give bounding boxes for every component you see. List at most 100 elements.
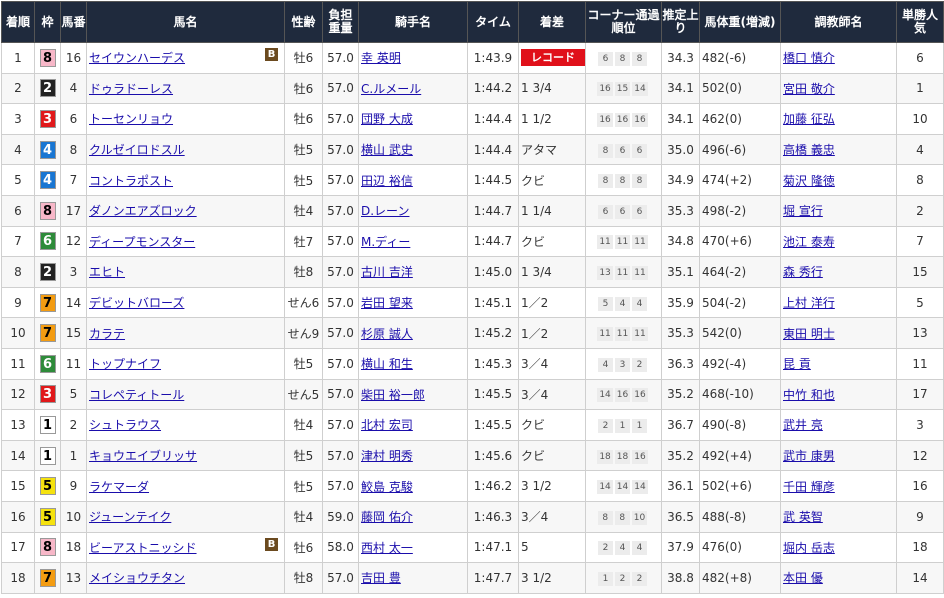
corner-cell: 211 bbox=[585, 409, 662, 441]
col-trainer[interactable]: 調教師名 bbox=[780, 1, 897, 43]
horse-link[interactable]: コントラポスト bbox=[89, 174, 173, 188]
jockey-link[interactable]: 田辺 裕信 bbox=[361, 174, 413, 188]
horse-link[interactable]: エヒト bbox=[89, 265, 125, 279]
jockey-link[interactable]: D.レーン bbox=[361, 204, 409, 218]
number-cell: 17 bbox=[60, 194, 87, 227]
corner-positions: 432 bbox=[598, 356, 649, 372]
corner-positions: 666 bbox=[598, 203, 649, 219]
trainer-link[interactable]: 上村 洋行 bbox=[783, 296, 835, 310]
trainer-link[interactable]: 東田 明士 bbox=[783, 327, 835, 341]
weight-cell: 57.0 bbox=[322, 103, 359, 135]
jockey-link[interactable]: 柴田 裕一郎 bbox=[361, 388, 425, 402]
col-number[interactable]: 馬番 bbox=[60, 1, 87, 43]
trainer-cell: 千田 輝彦 bbox=[780, 470, 897, 502]
horse-link[interactable]: トーセンリョウ bbox=[89, 112, 173, 126]
jockey-link[interactable]: 吉田 豊 bbox=[361, 571, 401, 585]
margin-cell: アタマ bbox=[518, 133, 586, 166]
jockey-link[interactable]: 北村 宏司 bbox=[361, 418, 413, 432]
corner-position: 16 bbox=[632, 112, 648, 127]
jockey-link[interactable]: M.ディー bbox=[361, 235, 410, 249]
frame-badge: 7 bbox=[39, 568, 56, 587]
jockey-link[interactable]: 古川 吉洋 bbox=[361, 265, 413, 279]
trainer-link[interactable]: 加藤 征弘 bbox=[783, 112, 835, 126]
weight-cell: 57.0 bbox=[322, 42, 359, 74]
last3f-cell: 36.5 bbox=[661, 500, 700, 533]
margin-cell: レコード bbox=[518, 42, 586, 74]
jockey-link[interactable]: 杉原 誠人 bbox=[361, 327, 413, 341]
last3f-cell: 35.2 bbox=[661, 378, 700, 411]
jockey-link[interactable]: 幸 英明 bbox=[361, 51, 401, 65]
col-margin[interactable]: 着差 bbox=[518, 1, 586, 43]
trainer-link[interactable]: 森 秀行 bbox=[783, 265, 823, 279]
col-last3f[interactable]: 推定上り bbox=[661, 1, 700, 43]
margin-cell: 5 bbox=[518, 531, 586, 564]
corner-position: 10 bbox=[631, 510, 648, 525]
horse-link[interactable]: コレペティトール bbox=[89, 388, 184, 402]
frame-cell: 8 bbox=[34, 531, 61, 564]
horse-link[interactable]: トップナイフ bbox=[89, 357, 161, 371]
col-body-weight[interactable]: 馬体重(増減) bbox=[699, 1, 781, 43]
col-corner[interactable]: コーナー通過順位 bbox=[585, 1, 662, 43]
last3f-cell: 35.3 bbox=[661, 194, 700, 227]
horse-link[interactable]: メイショウチタン bbox=[89, 571, 185, 585]
horse-link[interactable]: クルゼイロドスル bbox=[89, 143, 185, 157]
col-odds-rank[interactable]: 単勝人気 bbox=[896, 1, 944, 43]
jockey-link[interactable]: 岩田 望来 bbox=[361, 296, 413, 310]
col-frame[interactable]: 枠 bbox=[34, 1, 61, 43]
frame-cell: 7 bbox=[34, 562, 61, 594]
finish-cell: 16 bbox=[1, 500, 35, 533]
trainer-link[interactable]: 本田 優 bbox=[783, 571, 823, 585]
trainer-link[interactable]: 武井 亮 bbox=[783, 418, 823, 432]
col-jockey[interactable]: 騎手名 bbox=[358, 1, 468, 43]
time-cell: 1:45.3 bbox=[467, 347, 519, 380]
margin-cell: 1／2 bbox=[518, 286, 586, 319]
jockey-link[interactable]: C.ルメール bbox=[361, 82, 421, 96]
jockey-link[interactable]: 藤岡 佑介 bbox=[361, 510, 413, 524]
trainer-link[interactable]: 高橋 義忠 bbox=[783, 143, 835, 157]
horse-link[interactable]: ラケマーダ bbox=[89, 480, 149, 494]
col-finish[interactable]: 着順 bbox=[1, 1, 35, 43]
trainer-link[interactable]: 武市 康男 bbox=[783, 449, 835, 463]
corner-position: 8 bbox=[632, 174, 647, 189]
jockey-link[interactable]: 団野 大成 bbox=[361, 112, 413, 126]
horse-link[interactable]: デビットバローズ bbox=[89, 296, 184, 310]
col-sexage[interactable]: 性齢 bbox=[284, 1, 323, 43]
trainer-link[interactable]: 橋口 慎介 bbox=[783, 51, 835, 65]
trainer-cell: 堀 宣行 bbox=[780, 194, 897, 227]
trainer-link[interactable]: 武 英智 bbox=[783, 510, 823, 524]
jockey-link[interactable]: 横山 和生 bbox=[361, 357, 413, 371]
corner-positions: 11 11 11 bbox=[597, 233, 649, 250]
sexage-cell: 牡5 bbox=[284, 470, 323, 502]
horse-link[interactable]: ダノンエアズロック bbox=[89, 204, 197, 218]
horse-link[interactable]: ディープモンスター bbox=[89, 235, 195, 249]
col-weight[interactable]: 負担重量 bbox=[322, 1, 359, 43]
jockey-link[interactable]: 鮫島 克駿 bbox=[361, 480, 413, 494]
finish-cell: 9 bbox=[1, 286, 35, 319]
trainer-link[interactable]: 宮田 敬介 bbox=[783, 82, 835, 96]
trainer-link[interactable]: 中竹 和也 bbox=[783, 388, 835, 402]
jockey-link[interactable]: 横山 武史 bbox=[361, 143, 413, 157]
frame-badge: 8 bbox=[39, 48, 56, 67]
col-time[interactable]: タイム bbox=[467, 1, 519, 43]
horse-link[interactable]: ジューンテイク bbox=[89, 510, 171, 524]
sexage-cell: 牡4 bbox=[284, 409, 323, 441]
trainer-link[interactable]: 堀内 岳志 bbox=[783, 541, 835, 555]
jockey-link[interactable]: 西村 太一 bbox=[361, 541, 413, 555]
odds-rank-cell: 4 bbox=[896, 133, 944, 166]
col-horse[interactable]: 馬名 bbox=[86, 1, 285, 43]
time-cell: 1:45.6 bbox=[467, 439, 519, 472]
corner-cell: 13 11 11 bbox=[585, 256, 662, 288]
horse-link[interactable]: カラテ bbox=[89, 327, 125, 341]
trainer-link[interactable]: 菊沢 隆徳 bbox=[783, 174, 835, 188]
trainer-link[interactable]: 池江 泰寿 bbox=[783, 235, 835, 249]
horse-link[interactable]: キョウエイブリッサ bbox=[89, 449, 197, 463]
trainer-link[interactable]: 昆 貢 bbox=[783, 357, 811, 371]
trainer-link[interactable]: 千田 輝彦 bbox=[783, 480, 835, 494]
horse-link[interactable]: ドゥラドーレス bbox=[89, 82, 173, 96]
horse-link[interactable]: シュトラウス bbox=[89, 418, 161, 432]
weight-cell: 57.0 bbox=[322, 133, 359, 166]
horse-link[interactable]: ビーアストニッシド bbox=[89, 541, 197, 555]
jockey-link[interactable]: 津村 明秀 bbox=[361, 449, 413, 463]
horse-link[interactable]: セイウンハーデス bbox=[89, 51, 185, 65]
trainer-link[interactable]: 堀 宣行 bbox=[783, 204, 823, 218]
